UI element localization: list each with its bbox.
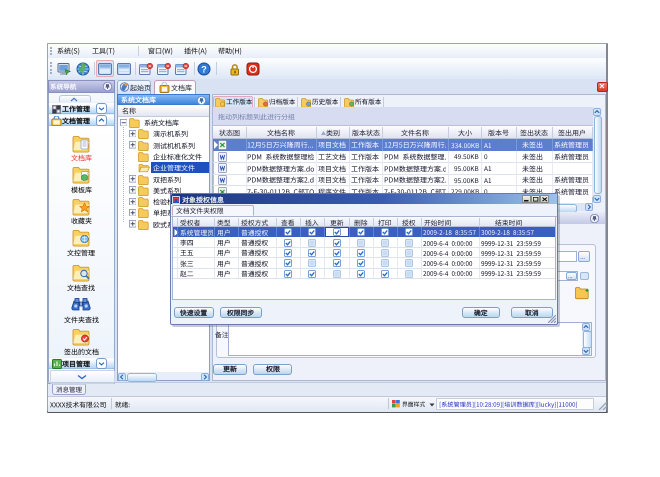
- svg-text:?: ?: [201, 64, 207, 74]
